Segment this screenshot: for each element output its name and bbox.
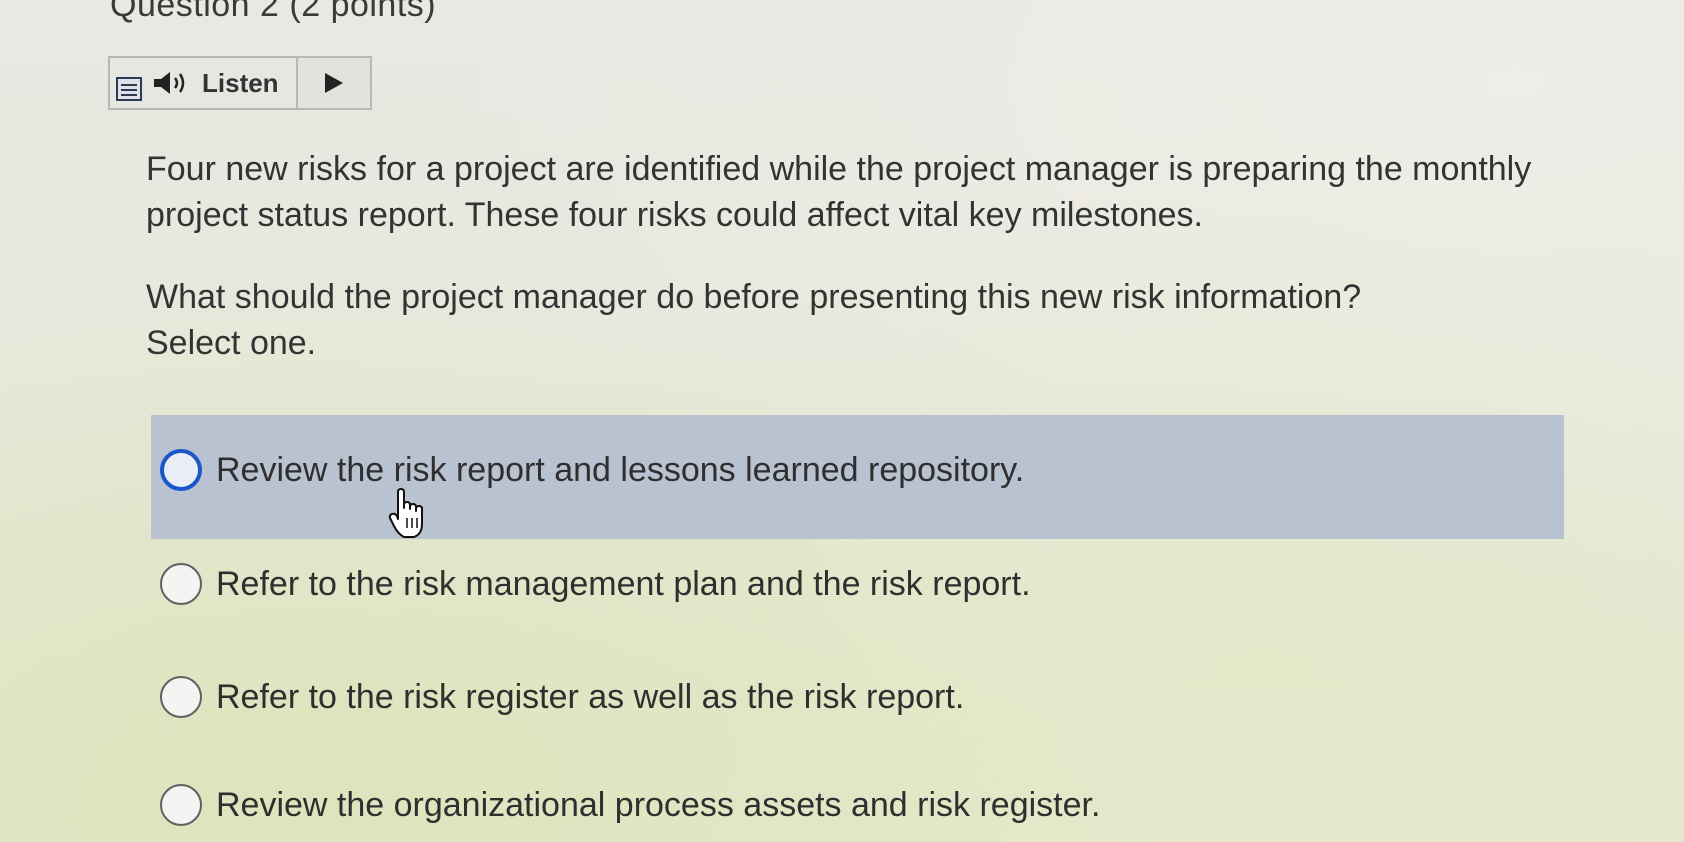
answer-option-3[interactable]: Refer to the risk register as well as th… <box>160 676 964 718</box>
listen-button[interactable]: Listen <box>110 58 298 108</box>
question-title: Question 2 (2 points) <box>110 0 437 24</box>
listen-label: Listen <box>202 67 279 98</box>
option-label: Review the organizational process assets… <box>216 785 1101 824</box>
radio-button[interactable] <box>160 449 202 491</box>
radio-button[interactable] <box>160 676 202 718</box>
radio-button[interactable] <box>160 784 202 826</box>
listen-widget: Listen <box>108 56 372 110</box>
question-text: Four new risks for a project are identif… <box>146 146 1566 366</box>
question-stem: Four new risks for a project are identif… <box>146 150 1532 234</box>
option-label: Refer to the risk management plan and th… <box>216 564 1031 603</box>
option-label: Review the risk report and lessons learn… <box>216 450 1025 489</box>
play-icon <box>325 73 343 93</box>
question-instruction: Select one. <box>146 324 317 362</box>
option-label: Refer to the risk register as well as th… <box>216 677 965 716</box>
speaker-icon <box>152 69 192 97</box>
radio-button[interactable] <box>160 563 202 605</box>
menu-icon[interactable] <box>116 77 142 101</box>
play-button[interactable] <box>298 58 370 108</box>
answer-option-2[interactable]: Refer to the risk management plan and th… <box>160 563 1031 605</box>
answer-option-1[interactable]: Review the risk report and lessons learn… <box>160 449 1024 491</box>
hand-cursor-icon <box>388 488 428 540</box>
question-prompt: What should the project manager do befor… <box>146 278 1362 316</box>
answer-option-4[interactable]: Review the organizational process assets… <box>160 784 1100 826</box>
